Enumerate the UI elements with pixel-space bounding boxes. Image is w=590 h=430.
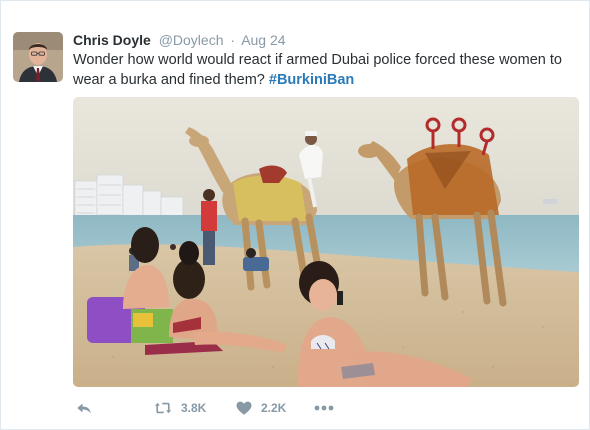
heart-icon <box>235 399 253 417</box>
more-icon <box>313 399 335 417</box>
tweet-date[interactable]: Aug 24 <box>241 32 285 48</box>
reply-button[interactable] <box>75 399 93 417</box>
tweet-text: Wonder how world would react if armed Du… <box>73 50 573 90</box>
retweet-count: 3.8K <box>181 401 207 415</box>
tweet-photo[interactable] <box>73 97 579 387</box>
like-count: 2.2K <box>261 401 287 415</box>
avatar[interactable] <box>13 32 63 82</box>
author-name[interactable]: Chris Doyle <box>73 32 151 48</box>
tweet-header: Chris Doyle @Doylech · Aug 24 <box>73 31 286 49</box>
author-handle[interactable]: @Doylech <box>159 32 224 48</box>
tweet-card: Chris Doyle @Doylech · Aug 24 Wonder how… <box>0 0 590 430</box>
separator-dot: · <box>230 32 236 48</box>
hashtag-link[interactable]: #BurkiniBan <box>269 72 354 88</box>
retweet-button[interactable]: 3.8K <box>153 399 206 417</box>
retweet-icon <box>153 399 173 417</box>
reply-icon <box>75 399 93 417</box>
like-button[interactable]: 2.2K <box>235 399 286 417</box>
more-button[interactable] <box>313 399 335 417</box>
